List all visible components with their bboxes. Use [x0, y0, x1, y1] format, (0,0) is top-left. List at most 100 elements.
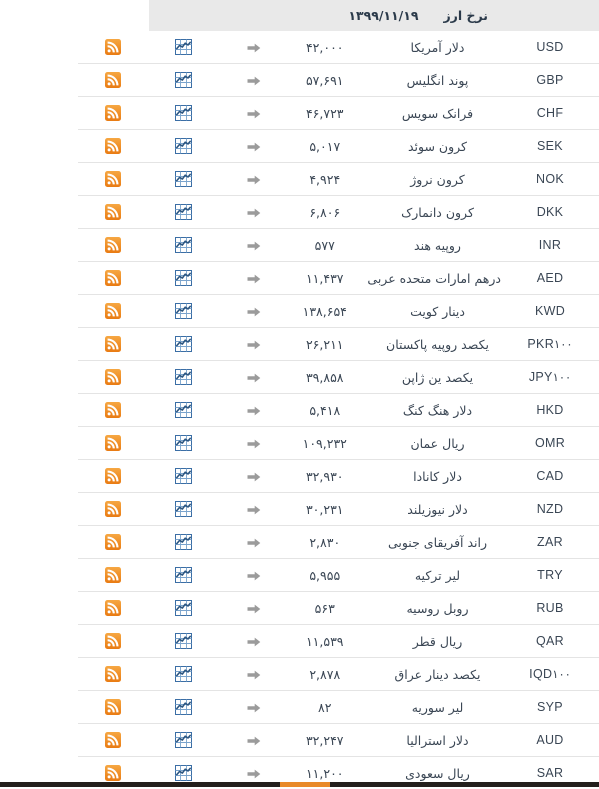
table-row[interactable]: AUDدلار استرالیا۳۲,۲۴۷ — [78, 724, 599, 757]
rss-icon[interactable] — [105, 435, 121, 451]
rss-icon[interactable] — [105, 633, 121, 649]
table-row[interactable]: NOKکرون نروژ۴,۹۲۴ — [78, 163, 599, 196]
rss-icon[interactable] — [105, 138, 121, 154]
arrow-right-icon[interactable] — [247, 636, 261, 648]
rate-detail-link[interactable] — [219, 526, 290, 559]
arrow-right-icon[interactable] — [247, 339, 261, 351]
rss-icon[interactable] — [105, 303, 121, 319]
chart-icon[interactable] — [175, 567, 192, 583]
chart-icon[interactable] — [175, 303, 192, 319]
arrow-right-icon[interactable] — [247, 405, 261, 417]
rate-detail-link[interactable] — [219, 97, 290, 130]
rss-icon[interactable] — [105, 600, 121, 616]
table-row[interactable]: OMRریال عمان۱۰۹,۲۳۲ — [78, 427, 599, 460]
rss-icon[interactable] — [105, 270, 121, 286]
arrow-right-icon[interactable] — [247, 240, 261, 252]
arrow-right-icon[interactable] — [247, 42, 261, 54]
rss-icon[interactable] — [105, 534, 121, 550]
rate-rss-link[interactable] — [78, 526, 149, 559]
rate-chart-link[interactable] — [149, 394, 220, 427]
rate-chart-link[interactable] — [149, 625, 220, 658]
rss-icon[interactable] — [105, 204, 121, 220]
table-row[interactable]: KWDدینار کویت۱۳۸,۶۵۴ — [78, 295, 599, 328]
table-row[interactable]: GBPپوند انگلیس۵۷,۶۹۱ — [78, 64, 599, 97]
chart-icon[interactable] — [175, 237, 192, 253]
rate-rss-link[interactable] — [78, 262, 149, 295]
chart-icon[interactable] — [175, 468, 192, 484]
rate-detail-link[interactable] — [219, 295, 290, 328]
rate-chart-link[interactable] — [149, 64, 220, 97]
rss-icon[interactable] — [105, 732, 121, 748]
rate-rss-link[interactable] — [78, 658, 149, 691]
rate-detail-link[interactable] — [219, 31, 290, 64]
rss-icon[interactable] — [105, 468, 121, 484]
rate-chart-link[interactable] — [149, 724, 220, 757]
rate-chart-link[interactable] — [149, 229, 220, 262]
rate-detail-link[interactable] — [219, 658, 290, 691]
arrow-right-icon[interactable] — [247, 75, 261, 87]
rate-detail-link[interactable] — [219, 361, 290, 394]
rate-rss-link[interactable] — [78, 427, 149, 460]
arrow-right-icon[interactable] — [247, 537, 261, 549]
rate-rss-link[interactable] — [78, 64, 149, 97]
rss-icon[interactable] — [105, 105, 121, 121]
chart-icon[interactable] — [175, 72, 192, 88]
chart-icon[interactable] — [175, 666, 192, 682]
table-row[interactable]: QARریال قطر۱۱,۵۳۹ — [78, 625, 599, 658]
table-row[interactable]: HKDدلار هنگ کنگ۵,۴۱۸ — [78, 394, 599, 427]
chart-icon[interactable] — [175, 732, 192, 748]
table-row[interactable]: USDدلار آمریکا۴۲,۰۰۰ — [78, 31, 599, 64]
rss-icon[interactable] — [105, 402, 121, 418]
table-row[interactable]: PKR۱۰۰یکصد روپیه پاکستان۲۶,۲۱۱ — [78, 328, 599, 361]
table-row[interactable]: SYPلیر سوریه۸۲ — [78, 691, 599, 724]
rss-icon[interactable] — [105, 501, 121, 517]
rate-rss-link[interactable] — [78, 724, 149, 757]
rate-chart-link[interactable] — [149, 526, 220, 559]
rate-chart-link[interactable] — [149, 460, 220, 493]
chart-icon[interactable] — [175, 402, 192, 418]
rate-detail-link[interactable] — [219, 229, 290, 262]
table-row[interactable]: AEDدرهم امارات متحده عربی۱۱,۴۳۷ — [78, 262, 599, 295]
rate-rss-link[interactable] — [78, 31, 149, 64]
table-row[interactable]: CHFفرانک سویس۴۶,۷۲۳ — [78, 97, 599, 130]
rate-chart-link[interactable] — [149, 262, 220, 295]
table-row[interactable]: NZDدلار نیوزیلند۳۰,۲۳۱ — [78, 493, 599, 526]
chart-icon[interactable] — [175, 435, 192, 451]
chart-icon[interactable] — [175, 600, 192, 616]
arrow-right-icon[interactable] — [247, 438, 261, 450]
rate-chart-link[interactable] — [149, 427, 220, 460]
rate-detail-link[interactable] — [219, 427, 290, 460]
rate-chart-link[interactable] — [149, 328, 220, 361]
rate-detail-link[interactable] — [219, 328, 290, 361]
rate-rss-link[interactable] — [78, 691, 149, 724]
rate-rss-link[interactable] — [78, 625, 149, 658]
table-row[interactable]: DKKکرون دانمارک۶,۸۰۶ — [78, 196, 599, 229]
rss-icon[interactable] — [105, 765, 121, 781]
arrow-right-icon[interactable] — [247, 372, 261, 384]
rate-chart-link[interactable] — [149, 196, 220, 229]
rate-rss-link[interactable] — [78, 559, 149, 592]
rate-rss-link[interactable] — [78, 493, 149, 526]
rate-chart-link[interactable] — [149, 163, 220, 196]
rate-chart-link[interactable] — [149, 295, 220, 328]
arrow-right-icon[interactable] — [247, 669, 261, 681]
rate-detail-link[interactable] — [219, 460, 290, 493]
rss-icon[interactable] — [105, 336, 121, 352]
table-row[interactable]: ZARراند آفریقای جنوبی۲,۸۳۰ — [78, 526, 599, 559]
chart-icon[interactable] — [175, 699, 192, 715]
arrow-right-icon[interactable] — [247, 603, 261, 615]
table-row[interactable]: JPY۱۰۰یکصد ین ژاپن۳۹,۸۵۸ — [78, 361, 599, 394]
rate-rss-link[interactable] — [78, 229, 149, 262]
rate-chart-link[interactable] — [149, 97, 220, 130]
chart-icon[interactable] — [175, 336, 192, 352]
rate-chart-link[interactable] — [149, 130, 220, 163]
arrow-right-icon[interactable] — [247, 207, 261, 219]
rss-icon[interactable] — [105, 237, 121, 253]
rate-rss-link[interactable] — [78, 295, 149, 328]
arrow-right-icon[interactable] — [247, 273, 261, 285]
chart-icon[interactable] — [175, 270, 192, 286]
table-row[interactable]: RUBروبل روسیه۵۶۳ — [78, 592, 599, 625]
chart-icon[interactable] — [175, 204, 192, 220]
rate-rss-link[interactable] — [78, 130, 149, 163]
rate-detail-link[interactable] — [219, 724, 290, 757]
